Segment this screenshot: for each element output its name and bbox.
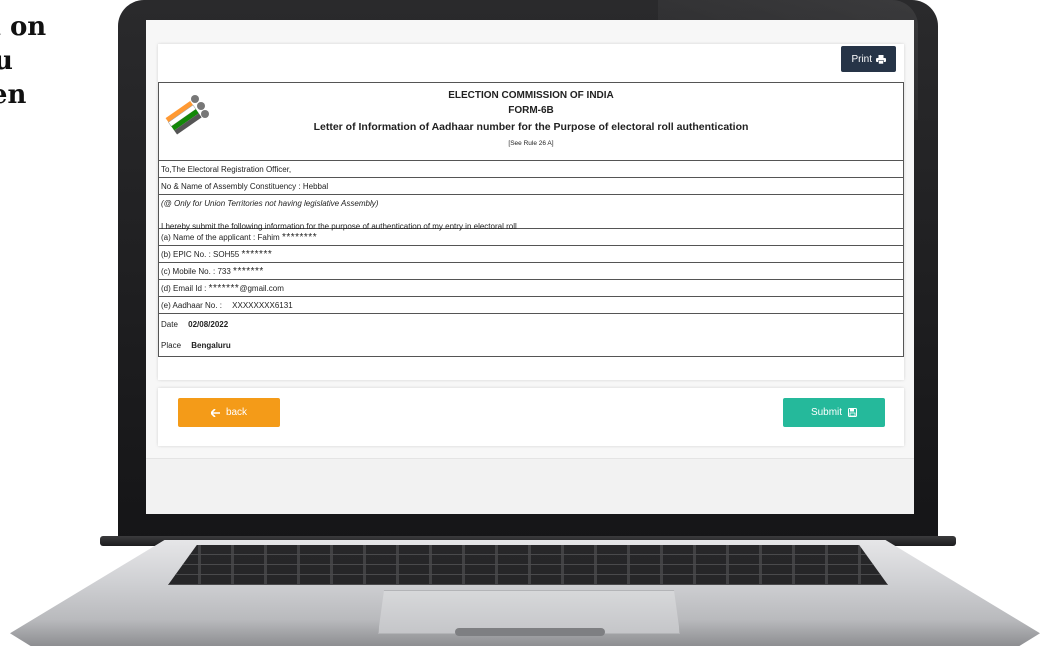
date-value: 02/08/2022 (188, 320, 229, 329)
back-button[interactable]: back (178, 398, 280, 427)
constituency: No & Name of Assembly Constituency : Heb… (161, 182, 329, 191)
to-line: To,The Electoral Registration Officer, (161, 165, 292, 174)
laptop-screen: Print ELECTION COMMISSION OF INDIA FORM-… (146, 20, 914, 514)
caption-line-2: u (0, 46, 13, 76)
form-rule: [See Rule 26 A] (508, 140, 554, 147)
constituency-row: No & Name of Assembly Constituency : Heb… (159, 178, 903, 195)
back-button-label: back (225, 407, 248, 418)
background-caption: n on u hen (0, 10, 70, 112)
mobile-mask: ******* (233, 266, 264, 277)
epic-label: (b) EPIC No. : SOH55 (161, 250, 240, 259)
ut-note: (@ Only for Union Territories not having… (161, 199, 379, 208)
place-value: Bengaluru (191, 341, 231, 350)
aadhaar-value: XXXXXXXX6131 (232, 301, 293, 310)
email-label: (d) Email Id : (161, 284, 207, 293)
form-name: FORM-6B (508, 105, 554, 116)
to-line-row: To,The Electoral Registration Officer, (159, 161, 903, 178)
printer-icon (876, 54, 886, 64)
mobile-label: (c) Mobile No. : 733 (161, 267, 231, 276)
form-6b: ELECTION COMMISSION OF INDIA FORM-6B Let… (158, 82, 904, 357)
applicant-mask: ******** (281, 232, 318, 243)
keyboard-rows (168, 545, 888, 585)
print-button-label: Print (851, 53, 872, 65)
email-domain: @gmail.com (239, 284, 284, 293)
form-card: Print ELECTION COMMISSION OF INDIA FORM-… (158, 44, 904, 380)
place-label: Place (161, 341, 182, 350)
laptop-front-notch (455, 628, 605, 636)
aadhaar-row: (e) Aadhaar No. : XXXXXXXX6131 (159, 297, 903, 314)
email-mask: ******* (208, 283, 240, 294)
form-header: ELECTION COMMISSION OF INDIA FORM-6B Let… (159, 83, 903, 161)
submit-button[interactable]: Submit (783, 398, 885, 427)
print-button[interactable]: Print (841, 46, 896, 72)
place-row: Place Bengaluru (159, 335, 903, 356)
caption-line-3: hen (0, 80, 27, 110)
epic-mask: ******* (241, 249, 273, 260)
screen-footer-area (146, 458, 914, 514)
floppy-disk-icon (848, 408, 858, 417)
aadhaar-label: (e) Aadhaar No. : (161, 301, 222, 310)
caption-line-1: n on (0, 12, 47, 42)
epic-row: (b) EPIC No. : SOH55 ******* (159, 246, 903, 263)
form-title: ELECTION COMMISSION OF INDIA (448, 90, 614, 101)
action-bar: back Submit (158, 388, 904, 446)
mobile-row: (c) Mobile No. : 733 ******* (159, 263, 903, 280)
applicant-label: (a) Name of the applicant : Fahim (161, 233, 280, 242)
email-row: (d) Email Id : *******@gmail.com (159, 280, 903, 297)
submit-button-label: Submit (810, 407, 843, 418)
date-label: Date (161, 320, 178, 329)
applicant-row: (a) Name of the applicant : Fahim ******… (159, 229, 903, 246)
form-subtitle: Letter of Information of Aadhaar number … (313, 121, 749, 133)
note-row: (@ Only for Union Territories not having… (159, 195, 903, 231)
arrow-left-icon (210, 408, 220, 417)
date-row: Date 02/08/2022 (159, 314, 903, 335)
